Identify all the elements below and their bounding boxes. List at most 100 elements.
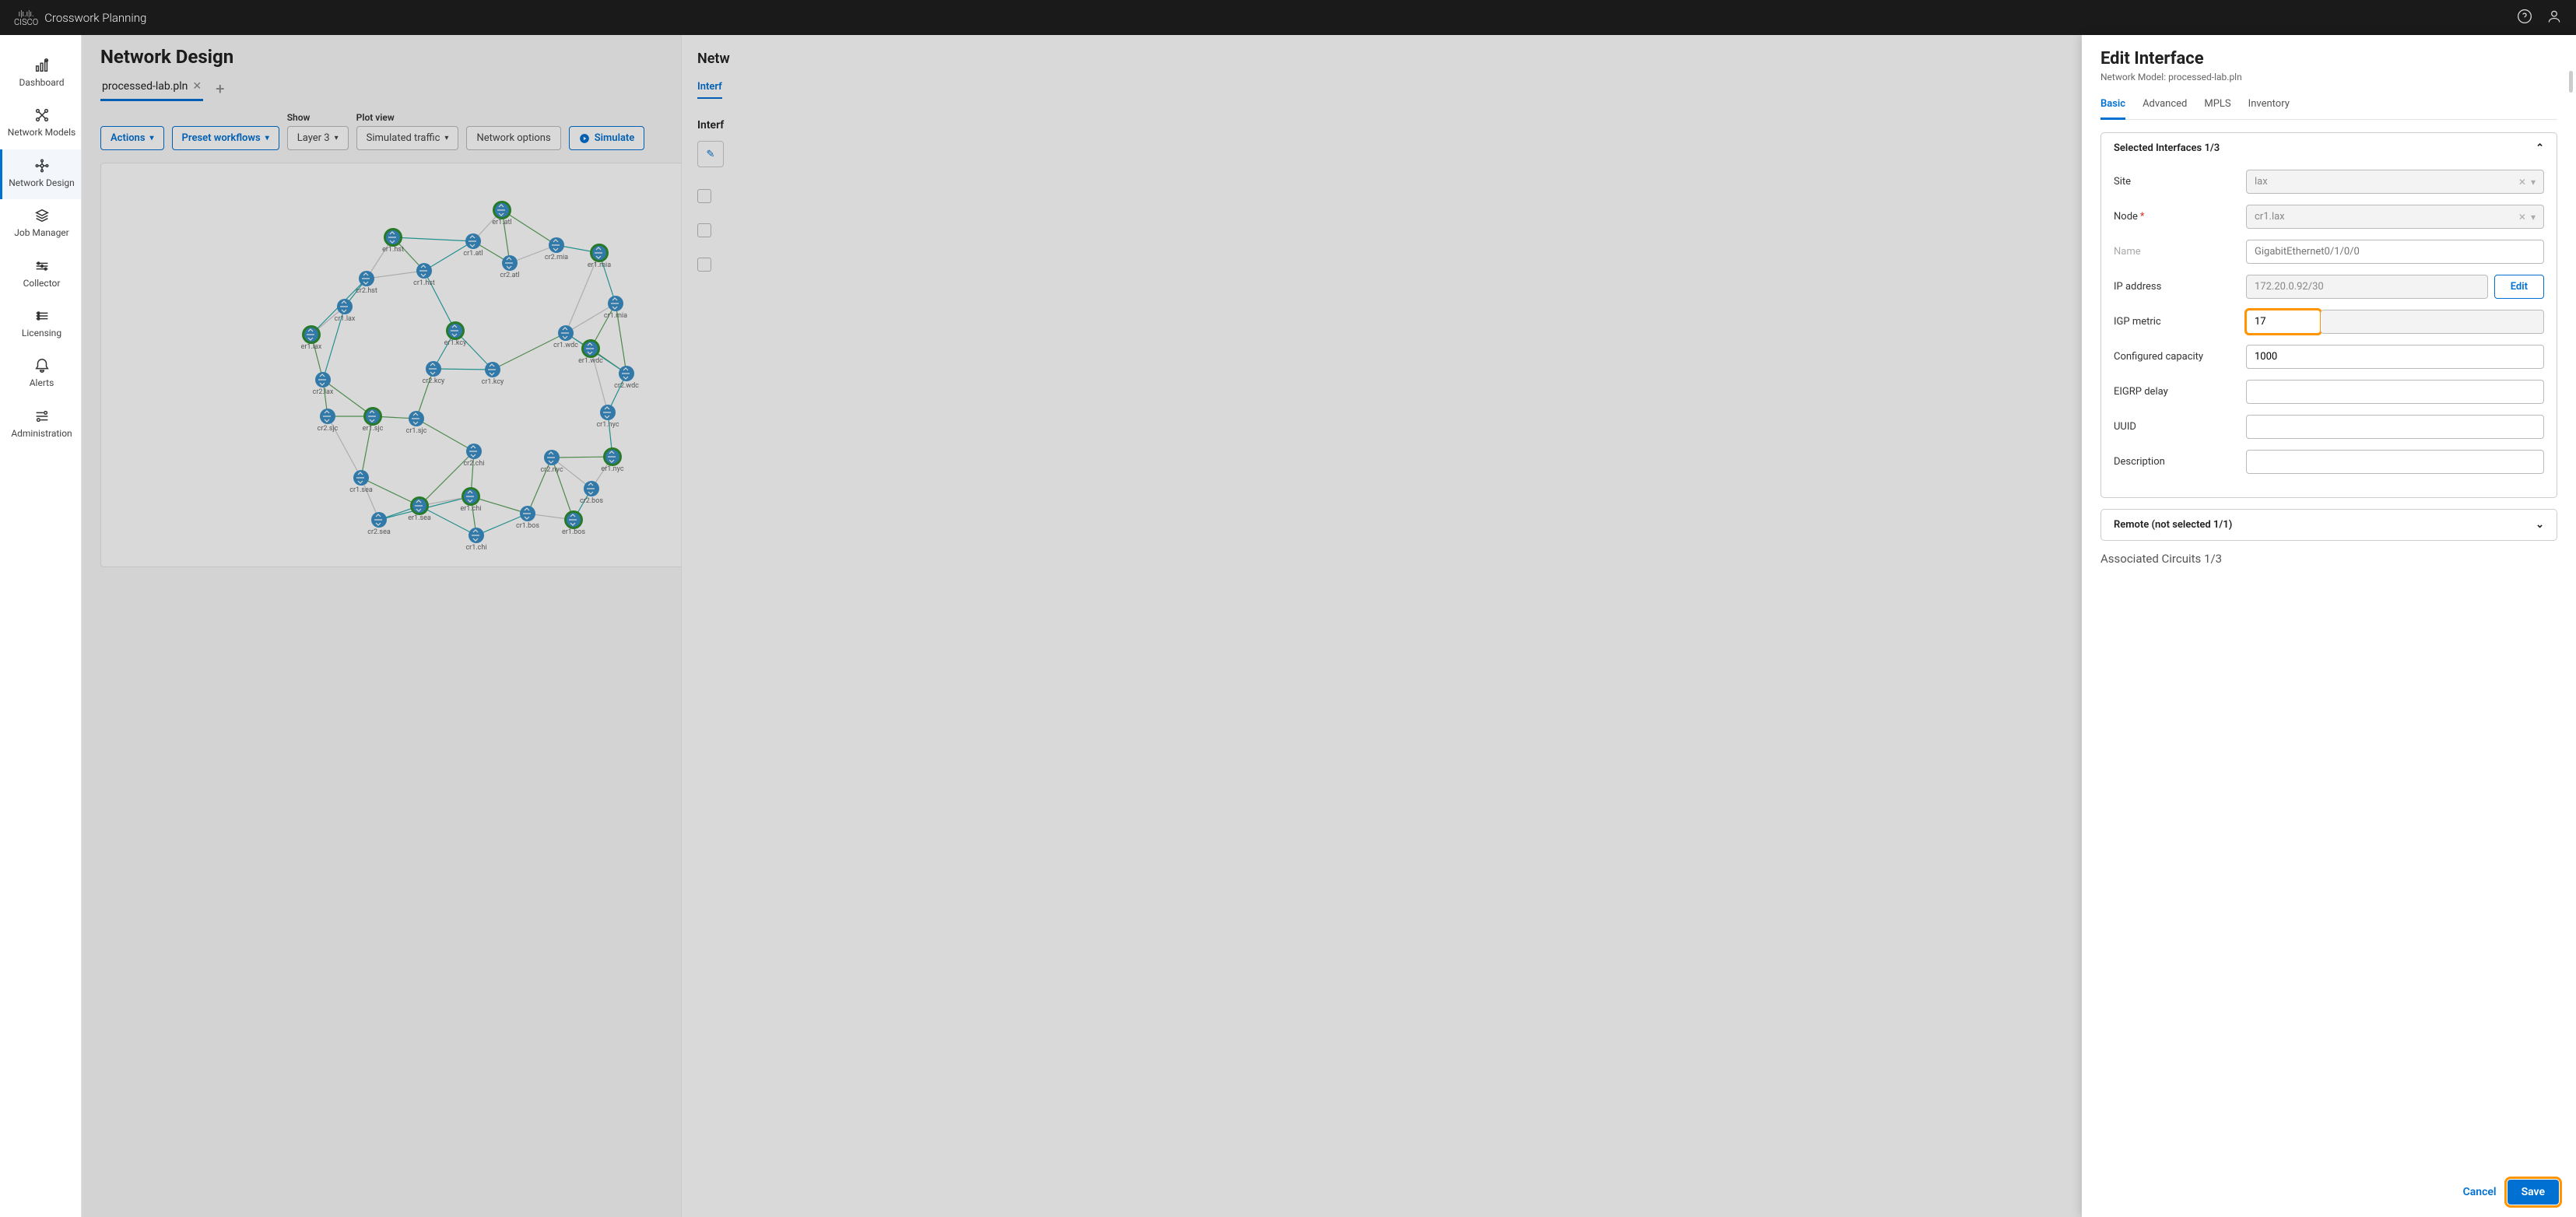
save-button[interactable]: Save (2508, 1180, 2559, 1205)
sidebar-item-network-design[interactable]: Network Design (0, 149, 81, 199)
chevron-down-icon: ▾ (2531, 212, 2536, 223)
svg-text:cr1.nyc: cr1.nyc (596, 421, 619, 429)
tab-mpls[interactable]: MPLS (2204, 93, 2230, 119)
job-manager-icon (33, 207, 51, 224)
name-input[interactable] (2246, 240, 2544, 264)
sidebar-item-administration[interactable]: Administration (0, 400, 81, 450)
associated-circuits-title: Associated Circuits 1/3 (2100, 552, 2557, 566)
sidebar-item-alerts[interactable]: Alerts (0, 349, 81, 399)
show-layer-dropdown[interactable]: Layer 3▾ (287, 126, 349, 150)
sidebar-nav: Dashboard Network Models Network Design … (0, 35, 82, 1217)
card-header[interactable]: Selected Interfaces 1/3 ⌃ (2101, 133, 2557, 163)
network-design-icon (33, 157, 51, 174)
sidebar-item-dashboard[interactable]: Dashboard (0, 49, 81, 99)
sidebar-item-label: Collector (23, 278, 61, 289)
chevron-down-icon: ▾ (2531, 177, 2536, 188)
svg-text:cr2.lax: cr2.lax (313, 388, 334, 396)
svg-text:er1.chi: er1.chi (460, 505, 481, 513)
sidebar-item-label: Job Manager (14, 227, 69, 238)
name-label: Name (2114, 246, 2238, 258)
site-select[interactable]: lax✕▾ (2246, 170, 2544, 194)
svg-text:er1.mia: er1.mia (588, 261, 611, 269)
network-diagram[interactable]: er1.atlcr1.atlcr2.atlcr2.miaer1.miaer1.h… (101, 163, 662, 560)
uuid-label: UUID (2114, 421, 2238, 433)
row-checkbox[interactable] (697, 189, 711, 203)
collector-icon (33, 258, 51, 275)
svg-text:cr2.bos: cr2.bos (580, 497, 603, 505)
card-header[interactable]: Remote (not selected 1/1) ⌄ (2101, 510, 2557, 540)
svg-text:cr2.atl: cr2.atl (500, 272, 519, 279)
row-checkbox[interactable] (697, 258, 711, 272)
svg-text:cr2.chi: cr2.chi (463, 460, 484, 468)
close-icon[interactable]: ✕ (192, 80, 202, 93)
file-tab-label: processed-lab.pln (102, 80, 188, 93)
tab-advanced[interactable]: Advanced (2143, 93, 2187, 119)
svg-text:er1.atl: er1.atl (492, 219, 511, 226)
svg-text:cr2.hst: cr2.hst (356, 287, 377, 295)
edit-interface-drawer: Edit Interface Network Model: processed-… (2082, 35, 2576, 1217)
configured-capacity-label: Configured capacity (2114, 351, 2238, 363)
bg-tab[interactable]: Interf (697, 81, 722, 99)
svg-text:cr1.kcy: cr1.kcy (482, 378, 504, 386)
cisco-logo-icon: ı|ı.ı|ı. CISCO (14, 9, 38, 26)
svg-text:cr1.sjc: cr1.sjc (406, 427, 427, 435)
svg-text:cr2.wdc: cr2.wdc (614, 382, 639, 390)
network-options-button[interactable]: Network options (466, 126, 560, 150)
igp-metric-input[interactable] (2246, 310, 2321, 334)
card-title: Selected Interfaces 1/3 (2114, 142, 2220, 154)
sidebar-item-label: Network Design (9, 177, 75, 188)
remote-card: Remote (not selected 1/1) ⌄ (2100, 509, 2557, 541)
simulate-button[interactable]: Simulate (569, 126, 645, 150)
plot-view-dropdown[interactable]: Simulated traffic▾ (356, 126, 459, 150)
cancel-button[interactable]: Cancel (2463, 1186, 2497, 1198)
preset-workflows-dropdown[interactable]: Preset workflows▾ (172, 126, 279, 150)
drawer-title: Edit Interface (2100, 49, 2557, 68)
svg-text:cr2.nyc: cr2.nyc (540, 466, 563, 474)
drawer-subtitle: Network Model: processed-lab.pln (2100, 72, 2557, 82)
svg-text:er1.hst: er1.hst (382, 246, 404, 254)
licensing-icon (33, 307, 51, 324)
node-select[interactable]: cr1.lax✕▾ (2246, 205, 2544, 229)
play-circle-icon (579, 133, 590, 144)
row-checkbox[interactable] (697, 223, 711, 237)
description-input[interactable] (2246, 450, 2544, 474)
svg-text:cr2.sjc: cr2.sjc (318, 425, 339, 433)
file-tab[interactable]: processed-lab.pln ✕ (100, 75, 203, 101)
svg-text:er1.nyc: er1.nyc (601, 465, 623, 473)
clear-icon[interactable]: ✕ (2518, 212, 2526, 223)
administration-icon (33, 408, 51, 425)
sidebar-item-label: Licensing (22, 328, 61, 338)
brand-logo: ı|ı.ı|ı. CISCO Crosswork Planning (14, 9, 146, 26)
svg-text:cr1.lax: cr1.lax (335, 315, 356, 323)
card-title: Remote (not selected 1/1) (2114, 519, 2232, 531)
clear-icon[interactable]: ✕ (2518, 177, 2526, 188)
chevron-down-icon: ⌄ (2536, 519, 2544, 531)
edit-icon[interactable]: ✎ (697, 141, 724, 167)
tab-basic[interactable]: Basic (2100, 93, 2125, 120)
chevron-down-icon: ▾ (265, 134, 269, 142)
sidebar-item-collector[interactable]: Collector (0, 250, 81, 300)
chevron-down-icon: ▾ (335, 134, 339, 142)
sidebar-item-licensing[interactable]: Licensing (0, 300, 81, 349)
scrollbar[interactable] (2567, 71, 2574, 1170)
sidebar-item-network-models[interactable]: Network Models (0, 99, 81, 149)
sidebar-item-label: Network Models (8, 127, 75, 138)
add-tab-button[interactable]: + (212, 79, 227, 98)
alerts-icon (33, 357, 51, 374)
actions-dropdown[interactable]: Actions▾ (100, 126, 164, 150)
configured-capacity-input[interactable] (2246, 345, 2544, 369)
igp-metric-rest (2321, 310, 2544, 334)
chevron-down-icon: ▾ (150, 134, 154, 142)
tab-inventory[interactable]: Inventory (2248, 93, 2290, 119)
eigrp-delay-input[interactable] (2246, 380, 2544, 404)
chevron-up-icon: ⌃ (2536, 142, 2544, 154)
uuid-input[interactable] (2246, 415, 2544, 439)
svg-text:er1.lax: er1.lax (301, 343, 322, 351)
edit-ip-button[interactable]: Edit (2494, 275, 2544, 299)
sidebar-item-job-manager[interactable]: Job Manager (0, 199, 81, 249)
svg-text:cr1.bos: cr1.bos (516, 522, 539, 530)
user-icon[interactable] (2546, 9, 2562, 27)
help-icon[interactable] (2517, 9, 2532, 27)
selected-interfaces-card: Selected Interfaces 1/3 ⌃ Site lax✕▾ Nod… (2100, 132, 2557, 498)
network-models-icon (33, 107, 51, 124)
